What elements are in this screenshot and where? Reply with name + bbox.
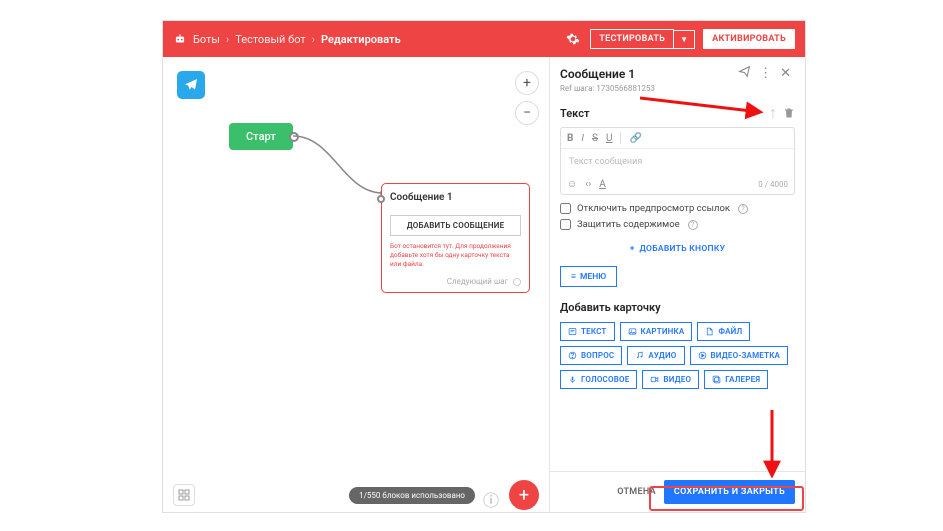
chevron-right-icon: › bbox=[312, 33, 315, 46]
card-voice-button[interactable]: ГОЛОСОВОЕ bbox=[560, 370, 637, 389]
editor-toolbar: B I S U 🔗 bbox=[561, 128, 794, 149]
add-keyboard-button[interactable]: + ДОБАВИТЬ КНОПКУ bbox=[560, 244, 795, 254]
help-icon[interactable]: ? bbox=[738, 204, 748, 214]
message-node[interactable]: Сообщение 1 ДОБАВИТЬ СООБЩЕНИЕ Бот остан… bbox=[381, 183, 530, 293]
char-counter: 0 / 4000 bbox=[758, 180, 788, 189]
message-node-title: Сообщение 1 bbox=[390, 192, 521, 203]
flow-canvas[interactable]: + − Старт Сообщение 1 ДОБАВИТЬ СООБЩЕНИЕ… bbox=[163, 57, 549, 512]
app-header: Боты › Тестовый бот › Редактировать ТЕСТ… bbox=[163, 21, 805, 57]
canvas-bottom-bar: 1/550 блоков использовано ⓘ + bbox=[163, 478, 549, 512]
bold-button[interactable]: B bbox=[567, 133, 573, 144]
editor-textarea[interactable]: Текст сообщения bbox=[561, 149, 794, 175]
add-message-button[interactable]: ДОБАВИТЬ СООБЩЕНИЕ bbox=[390, 215, 521, 236]
menu-button[interactable]: ≡ МЕНЮ bbox=[560, 266, 617, 287]
protect-content-input[interactable] bbox=[560, 219, 571, 230]
card-audio-button[interactable]: АУДИО bbox=[627, 346, 684, 365]
link-button[interactable]: 🔗 bbox=[629, 133, 641, 144]
breadcrumb-current: Редактировать bbox=[321, 33, 401, 46]
zoom-in-button[interactable]: + bbox=[515, 71, 539, 95]
underline-button[interactable]: U bbox=[606, 133, 612, 144]
start-node-label: Старт bbox=[246, 130, 276, 143]
panel-footer: ОТМЕНА СОХРАНИТЬ И ЗАКРЫТЬ bbox=[550, 471, 805, 512]
text-color-button[interactable]: A bbox=[599, 179, 606, 190]
more-icon[interactable]: ⋮ bbox=[755, 66, 776, 81]
text-section-label: Текст bbox=[560, 107, 769, 120]
card-file-button[interactable]: ФАЙЛ bbox=[697, 322, 750, 341]
bot-logo-icon bbox=[173, 32, 187, 46]
breadcrumb-bot-name[interactable]: Тестовый бот bbox=[235, 33, 305, 46]
message-node-output-port[interactable] bbox=[513, 278, 521, 286]
info-icon[interactable]: ⓘ bbox=[483, 487, 499, 503]
activate-button[interactable]: АКТИВИРОВАТЬ bbox=[703, 29, 795, 49]
test-button[interactable]: ТЕСТИРОВАТЬ bbox=[590, 29, 674, 49]
start-node[interactable]: Старт bbox=[229, 123, 293, 150]
help-icon[interactable]: ? bbox=[688, 220, 698, 230]
blocks-counter: 1/550 блоков использовано bbox=[349, 487, 475, 504]
flow-edge bbox=[293, 133, 393, 203]
card-text-button[interactable]: ТЕКСТ bbox=[560, 322, 615, 341]
add-node-fab[interactable]: + bbox=[509, 480, 539, 510]
breadcrumb-bots[interactable]: Боты bbox=[193, 33, 220, 46]
message-node-warning: Бот остановится тут. Для продолжения доб… bbox=[390, 242, 521, 269]
card-videonote-button[interactable]: ВИДЕО-ЗАМЕТКА bbox=[690, 346, 789, 365]
emoji-button[interactable]: ☺ bbox=[567, 179, 577, 190]
gear-icon[interactable] bbox=[566, 32, 580, 46]
panel-title: Сообщение 1 bbox=[560, 67, 635, 81]
test-dropdown-button[interactable]: ▼ bbox=[674, 30, 695, 49]
chevron-right-icon: › bbox=[226, 33, 229, 46]
italic-button[interactable]: I bbox=[581, 133, 584, 144]
trash-icon[interactable] bbox=[783, 104, 795, 123]
code-button[interactable]: ‹› bbox=[585, 179, 591, 190]
save-close-button[interactable]: СОХРАНИТЬ И ЗАКРЫТЬ bbox=[664, 480, 795, 504]
disable-preview-input[interactable] bbox=[560, 203, 571, 214]
cancel-button[interactable]: ОТМЕНА bbox=[617, 487, 656, 497]
next-step-label: Следующий шаг bbox=[390, 277, 521, 286]
send-icon[interactable] bbox=[734, 65, 755, 82]
card-question-button[interactable]: ВОПРОС bbox=[560, 346, 622, 365]
start-node-output-port[interactable] bbox=[289, 132, 299, 142]
text-editor: B I S U 🔗 Текст сообщения ☺ ‹› A 0 / 400… bbox=[560, 127, 795, 195]
move-up-icon[interactable]: ↑ bbox=[769, 103, 777, 123]
card-gallery-button[interactable]: ГАЛЕРЕЯ bbox=[704, 370, 768, 389]
ref-step: Ref шага: 1730566881253 bbox=[560, 84, 795, 93]
add-card-title: Добавить карточку bbox=[560, 301, 795, 314]
card-image-button[interactable]: КАРТИНКА bbox=[620, 322, 693, 341]
telegram-channel-icon[interactable] bbox=[177, 71, 205, 99]
side-panel: Сообщение 1 ⋮ ✕ Ref шага: 1730566881253 … bbox=[549, 57, 805, 512]
card-video-button[interactable]: ВИДЕО bbox=[642, 370, 699, 389]
protect-content-checkbox[interactable]: Защитить содержимое ? bbox=[560, 219, 795, 230]
zoom-out-button[interactable]: − bbox=[515, 101, 539, 125]
message-node-input-port[interactable] bbox=[377, 195, 385, 203]
disable-preview-checkbox[interactable]: Отключить предпросмотр ссылок ? bbox=[560, 203, 795, 214]
grid-toggle-button[interactable] bbox=[173, 484, 195, 506]
strike-button[interactable]: S bbox=[592, 133, 598, 144]
close-icon[interactable]: ✕ bbox=[776, 66, 795, 81]
